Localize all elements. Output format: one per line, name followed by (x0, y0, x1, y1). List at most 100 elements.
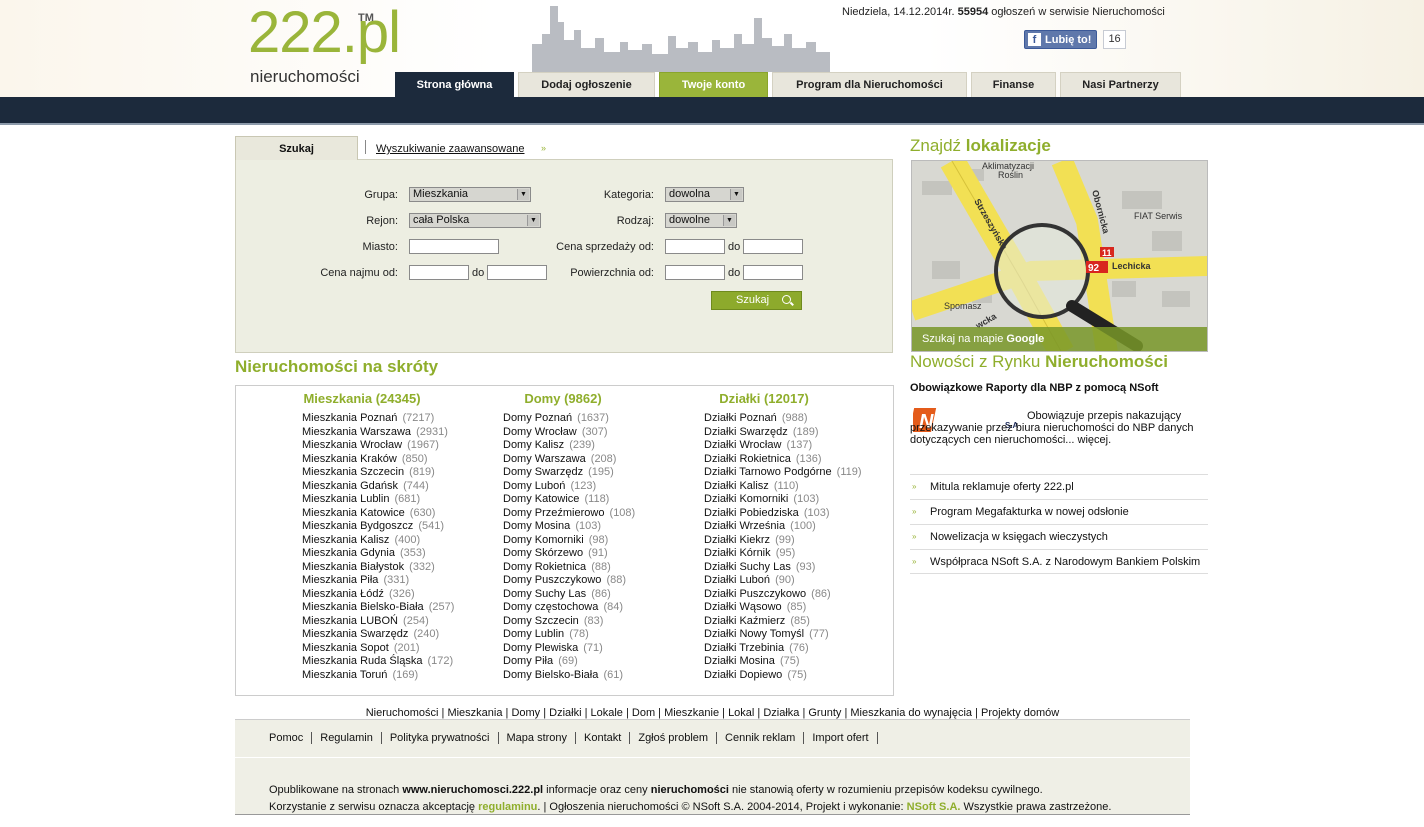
shortcut-link[interactable]: Mieszkania Szczecin (819) (302, 466, 454, 480)
shortcut-link[interactable]: Domy Wrocław (307) (503, 426, 635, 440)
shortcut-link[interactable]: Działki Dopiewo (75) (704, 669, 862, 683)
sale-price-from-input[interactable] (665, 239, 725, 254)
footer-link-sitemap[interactable]: Mapa strony (499, 732, 577, 744)
column-title-apartments[interactable]: Mieszkania (24345) (262, 391, 462, 406)
footer-link-help[interactable]: Pomoc (269, 732, 313, 744)
shortcut-link[interactable]: Mieszkania Lublin (681) (302, 493, 454, 507)
search-submit-button[interactable]: Szukaj (711, 291, 802, 310)
shortcut-link[interactable]: Domy Puszczykowo (88) (503, 574, 635, 588)
shortcut-link[interactable]: Domy częstochowa (84) (503, 601, 635, 615)
shortcut-link[interactable]: Działki Trzebinia (76) (704, 642, 862, 656)
tab-home[interactable]: Strona główna (395, 72, 514, 97)
shortcut-link[interactable]: Mieszkania Bielsko-Biała (257) (302, 601, 454, 615)
shortcut-link[interactable]: Domy Swarzędz (195) (503, 466, 635, 480)
shortcut-link[interactable]: Domy Plewiska (71) (503, 642, 635, 656)
shortcut-link[interactable]: Działki Kórnik (95) (704, 547, 862, 561)
shortcut-link[interactable]: Działki Komorniki (103) (704, 493, 862, 507)
shortcut-link[interactable]: Domy Katowice (118) (503, 493, 635, 507)
footer-link-terms[interactable]: Regulamin (312, 732, 382, 744)
shortcut-link[interactable]: Mieszkania Poznań (7217) (302, 412, 454, 426)
shortcut-link[interactable]: Domy Szczecin (83) (503, 615, 635, 629)
tab-partners[interactable]: Nasi Partnerzy (1060, 72, 1181, 97)
shortcut-link[interactable]: Domy Poznań (1637) (503, 412, 635, 426)
footer-link-ad-prices[interactable]: Cennik reklam (717, 732, 805, 744)
news-item[interactable]: » Nowelizacja w księgach wieczystych (910, 524, 1208, 549)
tab-search[interactable]: Szukaj (235, 136, 358, 160)
shortcut-link[interactable]: Działki Kaźmierz (85) (704, 615, 862, 629)
shortcut-link[interactable]: Mieszkania Białystok (332) (302, 561, 454, 575)
tab-finance[interactable]: Finanse (971, 72, 1056, 97)
shortcut-link[interactable]: Mieszkania Kraków (850) (302, 453, 454, 467)
facebook-like-button[interactable]: f Lubię to! (1024, 30, 1098, 49)
shortcut-link[interactable]: Domy Luboń (123) (503, 480, 635, 494)
location-map[interactable]: 92 11 Aklimatyzacji Roślin Strzeszyńska … (911, 160, 1208, 352)
footer-link-import-offers[interactable]: Import ofert (804, 732, 878, 744)
region-select[interactable]: cała Polska ▼ (409, 213, 541, 228)
shortcut-link[interactable]: Działki Września (100) (704, 520, 862, 534)
shortcut-link[interactable]: Działki Tarnowo Podgórne (119) (704, 466, 862, 480)
shortcut-link[interactable]: Mieszkania Wrocław (1967) (302, 439, 454, 453)
advanced-search-link[interactable]: Wyszukiwanie zaawansowane (365, 140, 524, 155)
shortcut-link[interactable]: Domy Mosina (103) (503, 520, 635, 534)
shortcut-link[interactable]: Mieszkania Piła (331) (302, 574, 454, 588)
news-item[interactable]: » Mitula reklamuje oferty 222.pl (910, 474, 1208, 499)
shortcut-link[interactable]: Domy Suchy Las (86) (503, 588, 635, 602)
shortcut-link[interactable]: Mieszkania Gdynia (353) (302, 547, 454, 561)
column-title-plots[interactable]: Działki (12017) (664, 391, 864, 406)
site-logo[interactable]: 222.pl TM nieruchomości (248, 4, 418, 88)
shortcut-link[interactable]: Mieszkania Kalisz (400) (302, 534, 454, 548)
shortcut-link[interactable]: Działki Pobiedziska (103) (704, 507, 862, 521)
shortcut-link[interactable]: Działki Suchy Las (93) (704, 561, 862, 575)
footer-link-contact[interactable]: Kontakt (576, 732, 631, 744)
shortcut-link[interactable]: Domy Rokietnica (88) (503, 561, 635, 575)
shortcut-link[interactable]: Mieszkania Warszawa (2931) (302, 426, 454, 440)
category-select[interactable]: dowolna ▼ (665, 187, 744, 202)
news-headline-link[interactable]: Obowiązkowe Raporty dla NBP z pomocą NSo… (910, 382, 1159, 394)
shortcut-link[interactable]: Domy Lublin (78) (503, 628, 635, 642)
shortcut-link[interactable]: Działki Kiekrz (99) (704, 534, 862, 548)
tab-your-account[interactable]: Twoje konto (659, 72, 768, 97)
footer-link-report-problem[interactable]: Zgłoś problem (630, 732, 718, 744)
shortcut-link[interactable]: Mieszkania Bydgoszcz (541) (302, 520, 454, 534)
shortcut-link[interactable]: Domy Skórzewo (91) (503, 547, 635, 561)
shortcut-link[interactable]: Działki Wrocław (137) (704, 439, 862, 453)
map-search-google-link[interactable]: Szukaj na mapie Google (912, 327, 1207, 351)
shortcut-link[interactable]: Działki Poznań (988) (704, 412, 862, 426)
shortcut-link[interactable]: Mieszkania Gdańsk (744) (302, 480, 454, 494)
shortcut-link[interactable]: Domy Kalisz (239) (503, 439, 635, 453)
rent-price-from-input[interactable] (409, 265, 469, 280)
footer-terms-link[interactable]: regulaminu (478, 801, 537, 813)
news-item[interactable]: » Współpraca NSoft S.A. z Narodowym Banki… (910, 549, 1208, 574)
tab-real-estate-software[interactable]: Program dla Nieruchomości (772, 72, 967, 97)
group-select[interactable]: Mieszkania ▼ (409, 187, 531, 202)
shortcut-link[interactable]: Działki Puszczykowo (86) (704, 588, 862, 602)
shortcut-link[interactable]: Domy Bielsko-Biała (61) (503, 669, 635, 683)
news-item[interactable]: » Program Megafakturka w nowej odsłonie (910, 499, 1208, 524)
shortcut-link[interactable]: Domy Komorniki (98) (503, 534, 635, 548)
tab-add-listing[interactable]: Dodaj ogłoszenie (518, 72, 655, 97)
shortcut-link[interactable]: Mieszkania Ruda Śląska (172) (302, 655, 454, 669)
shortcut-link[interactable]: Mieszkania Sopot (201) (302, 642, 454, 656)
type-select[interactable]: dowolne ▼ (665, 213, 737, 228)
shortcut-link[interactable]: Domy Warszawa (208) (503, 453, 635, 467)
column-title-houses[interactable]: Domy (9862) (463, 391, 663, 406)
shortcut-link[interactable]: Działki Mosina (75) (704, 655, 862, 669)
city-input[interactable] (409, 239, 499, 254)
shortcut-link[interactable]: Działki Luboń (90) (704, 574, 862, 588)
shortcut-link[interactable]: Mieszkania Swarzędz (240) (302, 628, 454, 642)
shortcut-link[interactable]: Domy Piła (69) (503, 655, 635, 669)
footer-link-privacy[interactable]: Polityka prywatności (382, 732, 499, 744)
shortcut-link[interactable]: Działki Wąsowo (85) (704, 601, 862, 615)
area-from-input[interactable] (665, 265, 725, 280)
shortcut-link[interactable]: Mieszkania Katowice (630) (302, 507, 454, 521)
shortcut-link[interactable]: Mieszkania LUBOŃ (254) (302, 615, 454, 629)
footer-author-link[interactable]: NSoft S.A. (907, 801, 961, 813)
shortcut-link[interactable]: Działki Rokietnica (136) (704, 453, 862, 467)
footer-category-links[interactable]: Nieruchomości | Mieszkania | Domy | Dzia… (235, 707, 1190, 719)
sale-price-to-input[interactable] (743, 239, 803, 254)
shortcut-link[interactable]: Domy Przeźmierowo (108) (503, 507, 635, 521)
shortcut-link[interactable]: Działki Kalisz (110) (704, 480, 862, 494)
area-to-input[interactable] (743, 265, 803, 280)
shortcut-link[interactable]: Mieszkania Toruń (169) (302, 669, 454, 683)
shortcut-link[interactable]: Mieszkania Łódź (326) (302, 588, 454, 602)
